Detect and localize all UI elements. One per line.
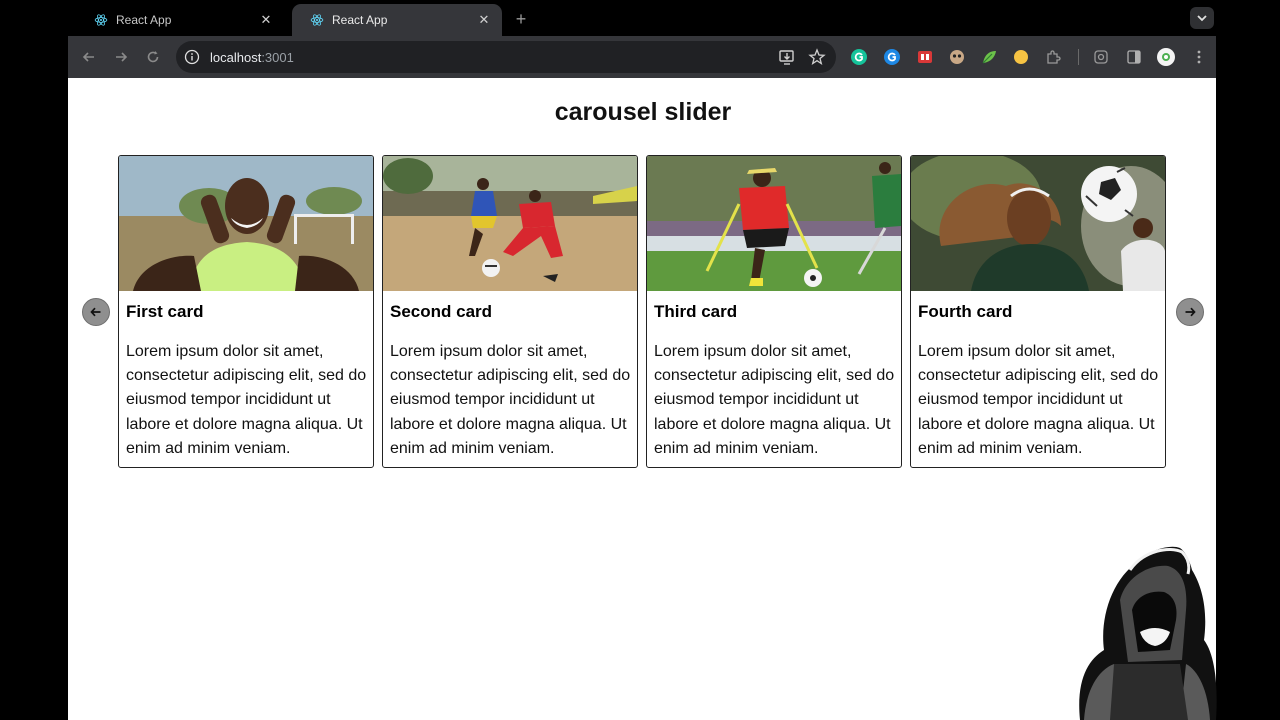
card-image-soccer-tackle (383, 156, 637, 291)
browser-tab-1[interactable]: React App ✕ (76, 4, 284, 36)
react-icon (94, 14, 108, 26)
forward-button[interactable] (110, 46, 132, 68)
info-icon[interactable] (184, 49, 200, 65)
circle-extension-icon[interactable] (1012, 48, 1030, 66)
close-icon[interactable]: ✕ (258, 12, 274, 28)
reload-icon (147, 51, 159, 63)
puzzle-icon[interactable] (1044, 48, 1062, 66)
chevron-down-icon (1197, 15, 1207, 22)
card-text: Lorem ipsum dolor sit amet, consectetur … (918, 343, 1159, 457)
install-app-icon[interactable] (778, 48, 796, 66)
arrow-right-icon (116, 52, 128, 62)
grammar-extension-icon[interactable] (883, 48, 901, 66)
close-icon[interactable]: ✕ (476, 12, 492, 28)
tab-title: React App (116, 13, 172, 27)
arrow-right-icon (1185, 307, 1196, 317)
card-text: Lorem ipsum dolor sit amet, consectetur … (126, 343, 367, 457)
star-icon[interactable] (808, 48, 826, 66)
side-panel-icon[interactable] (1125, 48, 1143, 66)
carousel-card-1[interactable]: First card Lorem ipsum dolor sit amet, c… (118, 155, 374, 468)
arrow-left-icon (82, 52, 94, 62)
reload-button[interactable] (142, 46, 164, 68)
carousel-next-button[interactable] (1176, 298, 1204, 326)
react-icon (310, 14, 324, 26)
profile-avatar[interactable] (1157, 48, 1175, 66)
browser-toolbar: localhost:3001 (68, 36, 1216, 78)
page-title: carousel slider (554, 98, 732, 126)
address-bar[interactable]: localhost:3001 (176, 41, 836, 73)
url-host: localhost (210, 49, 262, 65)
tab-title: React App (332, 13, 388, 27)
page-content: carousel slider First card Lorem ipsum d… (68, 78, 1216, 720)
carousel-card-2[interactable]: Second card Lorem ipsum dolor sit amet, … (382, 155, 638, 468)
more-options-icon[interactable] (1190, 48, 1208, 66)
card-heading: First card (126, 302, 204, 321)
card-image-amputee-player (647, 156, 901, 291)
card-image-female-player (911, 156, 1165, 291)
hooded-figure-logo (1079, 546, 1217, 720)
new-tab-button[interactable]: + (510, 8, 532, 30)
url-port: :3001 (261, 49, 294, 65)
card-text: Lorem ipsum dolor sit amet, consectetur … (390, 343, 631, 457)
face-extension-icon[interactable] (948, 48, 966, 66)
arrow-left-icon (90, 307, 101, 317)
card-heading: Third card (654, 302, 738, 321)
browser-tab-strip: React App ✕ React App ✕ + (68, 0, 1216, 36)
card-heading: Fourth card (918, 302, 1013, 321)
sync-extension-icon[interactable] (1092, 48, 1110, 66)
toolbar-divider (1078, 49, 1079, 65)
card-text: Lorem ipsum dolor sit amet, consectetur … (654, 343, 895, 457)
browser-tab-2[interactable]: React App ✕ (292, 4, 502, 36)
card-heading: Second card (390, 302, 493, 321)
back-button[interactable] (78, 46, 100, 68)
grammarly-extension-icon[interactable] (850, 48, 868, 66)
carousel-prev-button[interactable] (82, 298, 110, 326)
carousel-card-4[interactable]: Fourth card Lorem ipsum dolor sit amet, … (910, 155, 1166, 468)
card-image-celebrating-player (119, 156, 373, 291)
carousel-card-3[interactable]: Third card Lorem ipsum dolor sit amet, c… (646, 155, 902, 468)
tab-search-button[interactable] (1190, 7, 1214, 29)
gift-extension-icon[interactable] (916, 48, 934, 66)
leaf-extension-icon[interactable] (980, 48, 998, 66)
